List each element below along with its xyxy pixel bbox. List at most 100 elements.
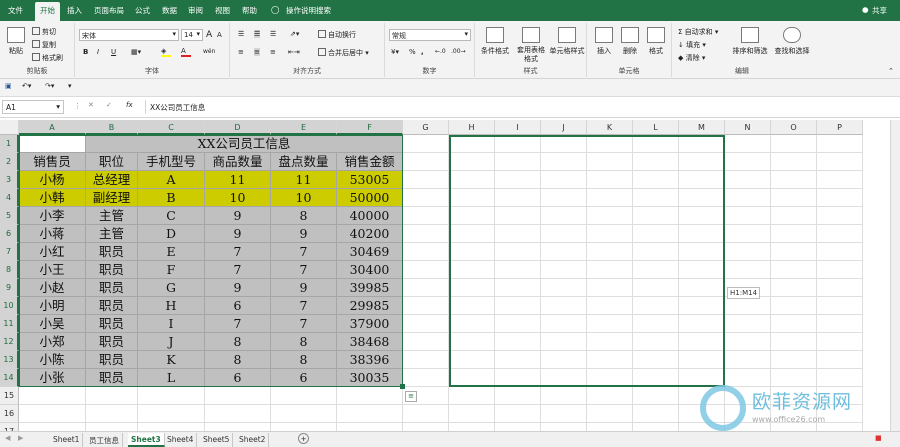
data-cell[interactable]: 8 [271, 207, 337, 225]
cell[interactable] [403, 171, 449, 189]
cell[interactable] [725, 369, 771, 387]
data-cell[interactable]: 30469 [337, 243, 403, 261]
cell[interactable] [725, 261, 771, 279]
row-header[interactable]: 5 [0, 207, 19, 225]
cell[interactable] [403, 333, 449, 351]
cell[interactable] [817, 297, 863, 315]
cell[interactable] [725, 423, 771, 431]
cell[interactable] [633, 405, 679, 423]
data-cell[interactable]: 9 [271, 225, 337, 243]
header-cell[interactable]: 商品数量 [205, 153, 271, 171]
cell[interactable] [449, 171, 495, 189]
cell[interactable] [817, 279, 863, 297]
header-cell[interactable]: 职位 [86, 153, 138, 171]
cell[interactable] [541, 351, 587, 369]
column-header[interactable]: C [138, 120, 205, 135]
data-cell[interactable]: 小红 [19, 243, 86, 261]
add-sheet-button[interactable]: + [298, 433, 309, 444]
cell[interactable] [449, 315, 495, 333]
cell[interactable] [403, 423, 449, 431]
cell[interactable] [817, 315, 863, 333]
data-cell[interactable]: 11 [205, 171, 271, 189]
data-cell[interactable]: 小李 [19, 207, 86, 225]
cell[interactable] [725, 405, 771, 423]
cell[interactable] [541, 423, 587, 431]
cell[interactable] [495, 171, 541, 189]
data-cell[interactable]: 主管 [86, 225, 138, 243]
cell[interactable] [817, 261, 863, 279]
cell[interactable] [771, 225, 817, 243]
column-header[interactable]: P [817, 120, 863, 135]
column-header[interactable]: N [725, 120, 771, 135]
data-cell[interactable]: 9 [205, 207, 271, 225]
align-middle-icon[interactable]: ☰ [254, 30, 261, 38]
cell[interactable] [771, 369, 817, 387]
cell[interactable] [725, 189, 771, 207]
row-header[interactable]: 4 [0, 189, 19, 207]
tab-help[interactable]: 帮助 [242, 5, 257, 16]
cell[interactable] [495, 315, 541, 333]
find-select-button[interactable]: 查找和选择 [772, 27, 812, 56]
cell[interactable] [86, 405, 138, 423]
row-header[interactable]: 14 [0, 369, 19, 387]
cell[interactable] [587, 153, 633, 171]
quick-analysis-icon[interactable]: ≡ [405, 391, 417, 402]
cell[interactable] [817, 135, 863, 153]
sheet-tab[interactable]: Sheet2 [236, 433, 270, 447]
cell[interactable] [679, 423, 725, 431]
cell[interactable] [587, 225, 633, 243]
cell[interactable] [817, 423, 863, 431]
paste-button[interactable]: 粘贴 [5, 27, 27, 56]
cell[interactable] [771, 261, 817, 279]
sort-filter-button[interactable]: 排序和筛选 [730, 27, 770, 56]
column-header[interactable]: H [449, 120, 495, 135]
cell[interactable] [19, 135, 86, 153]
cell[interactable] [138, 423, 205, 431]
enter-icon[interactable]: ✓ [106, 101, 112, 109]
data-cell[interactable]: 职员 [86, 351, 138, 369]
data-cell[interactable]: 9 [205, 225, 271, 243]
cell[interactable] [495, 261, 541, 279]
cell[interactable] [86, 387, 138, 405]
cell[interactable] [679, 243, 725, 261]
select-all-corner[interactable] [0, 120, 19, 135]
cell[interactable] [403, 225, 449, 243]
data-cell[interactable]: 职员 [86, 261, 138, 279]
conditional-formatting-button[interactable]: 条件格式 [478, 27, 512, 56]
shrink-font-button[interactable]: A [217, 31, 222, 39]
tab-insert[interactable]: 插入 [67, 5, 82, 16]
cell[interactable] [679, 369, 725, 387]
cell[interactable] [19, 387, 86, 405]
fill-button[interactable]: ↓ 填充 ▾ [678, 40, 706, 50]
cell[interactable] [771, 387, 817, 405]
merge-center-button[interactable]: 合并后居中 ▾ [318, 48, 369, 58]
align-center-icon[interactable]: ≡ [254, 48, 260, 56]
cell-styles-button[interactable]: 单元格样式 [549, 27, 585, 56]
column-header[interactable]: D [205, 120, 271, 135]
cell[interactable] [817, 171, 863, 189]
header-cell[interactable]: 销售员 [19, 153, 86, 171]
cell[interactable] [495, 153, 541, 171]
data-cell[interactable]: 小蒋 [19, 225, 86, 243]
cell[interactable] [541, 189, 587, 207]
cell[interactable] [633, 243, 679, 261]
cell[interactable] [403, 297, 449, 315]
sheet-tab[interactable]: 员工信息 [86, 433, 123, 447]
column-header[interactable]: I [495, 120, 541, 135]
data-cell[interactable]: 8 [205, 351, 271, 369]
row-header[interactable]: 12 [0, 333, 19, 351]
row-header[interactable]: 17 [0, 423, 19, 431]
cell[interactable] [541, 207, 587, 225]
cell[interactable] [449, 189, 495, 207]
data-cell[interactable]: 10 [271, 189, 337, 207]
column-header[interactable]: F [337, 120, 403, 135]
cell[interactable] [587, 315, 633, 333]
data-cell[interactable]: 7 [205, 243, 271, 261]
data-cell[interactable]: 总经理 [86, 171, 138, 189]
cell[interactable] [771, 279, 817, 297]
data-cell[interactable]: 小韩 [19, 189, 86, 207]
data-cell[interactable]: 小张 [19, 369, 86, 387]
cell[interactable] [633, 207, 679, 225]
cell[interactable] [449, 333, 495, 351]
cell[interactable] [495, 189, 541, 207]
